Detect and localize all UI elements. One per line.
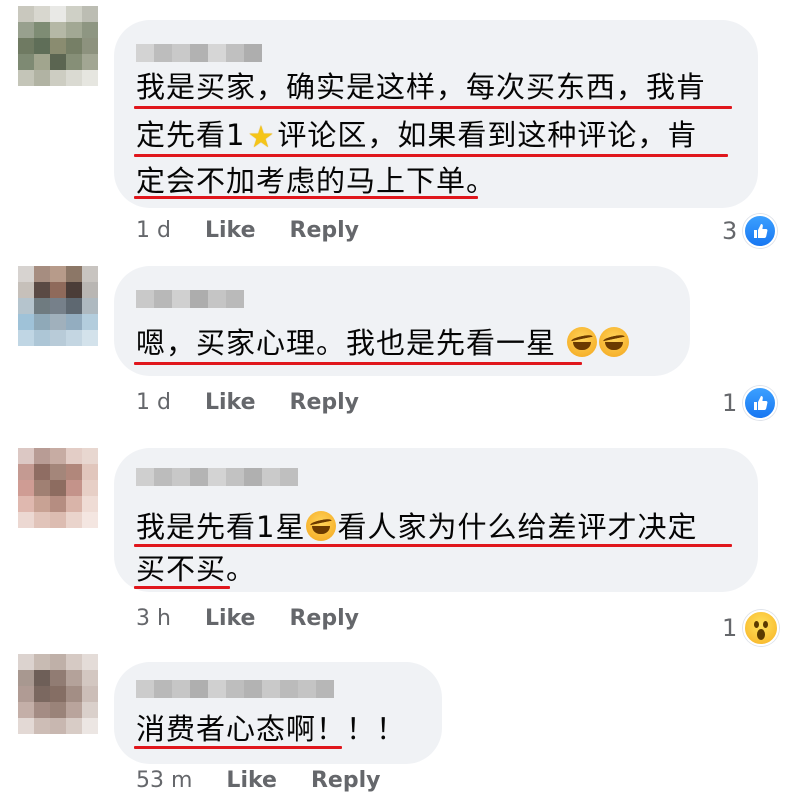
like-button[interactable]: Like: [226, 768, 277, 793]
reaction-summary[interactable]: 3: [722, 214, 778, 248]
like-button[interactable]: Like: [205, 390, 256, 415]
comment-text-line: 我是买家，确实是这样，每次买东西，我肯: [136, 70, 707, 104]
star-icon: ★: [247, 120, 276, 155]
like-icon: [743, 386, 778, 420]
commenter-name[interactable]: [136, 468, 298, 486]
reply-button[interactable]: Reply: [290, 218, 360, 243]
comment-meta: 53 m Like Reply: [136, 768, 380, 793]
reaction-count: 1: [722, 389, 738, 417]
comment-time[interactable]: 3 h: [136, 606, 171, 631]
rolling-laughing-emoji: [567, 327, 598, 357]
highlight-underline: [134, 106, 732, 109]
highlight-underline: [134, 544, 732, 547]
reaction-summary[interactable]: 1: [722, 610, 780, 646]
reaction-count: 3: [722, 217, 738, 245]
like-button[interactable]: Like: [205, 218, 256, 243]
comment-meta: 3 h Like Reply: [136, 606, 359, 631]
like-icon: [743, 214, 778, 248]
commenter-name[interactable]: [136, 290, 244, 308]
commenter-name[interactable]: [136, 680, 334, 698]
reaction-count: 1: [722, 614, 738, 642]
comment-text-line: 我是先看1星 看人家为什么给差评才决定: [136, 510, 698, 544]
avatar[interactable]: [18, 266, 98, 346]
comment-text-line: 嗯，买家心理。我也是先看一星: [136, 324, 630, 362]
avatar[interactable]: [18, 448, 98, 528]
rolling-laughing-emoji: [599, 327, 630, 357]
comment-time[interactable]: 1 d: [136, 218, 171, 243]
highlight-underline: [134, 362, 582, 365]
wow-icon: [743, 610, 780, 646]
reply-button[interactable]: Reply: [289, 606, 359, 631]
reaction-summary[interactable]: 1: [722, 386, 778, 420]
highlight-underline: [134, 196, 478, 199]
highlight-underline: [134, 746, 342, 749]
comment-text-line: 买不买。: [136, 552, 257, 586]
reply-button[interactable]: Reply: [311, 768, 381, 793]
comment-text-line: 消费者心态啊！！！: [136, 712, 407, 746]
like-button[interactable]: Like: [205, 606, 256, 631]
comment-text-line: 定先看1★评论区，如果看到这种评论，肯: [136, 118, 698, 155]
reply-button[interactable]: Reply: [290, 390, 360, 415]
highlight-underline: [134, 154, 728, 157]
highlight-underline: [134, 586, 230, 589]
rolling-laughing-emoji: [306, 511, 337, 541]
comment-text-line: 定会不加考虑的马上下单。: [136, 164, 497, 198]
comment-meta: 1 d Like Reply: [136, 218, 359, 243]
comment-time[interactable]: 1 d: [136, 390, 171, 415]
comment-meta: 1 d Like Reply: [136, 390, 359, 415]
avatar[interactable]: [18, 6, 98, 86]
comment-time[interactable]: 53 m: [136, 768, 192, 793]
avatar[interactable]: [18, 654, 98, 734]
commenter-name[interactable]: [136, 44, 262, 62]
